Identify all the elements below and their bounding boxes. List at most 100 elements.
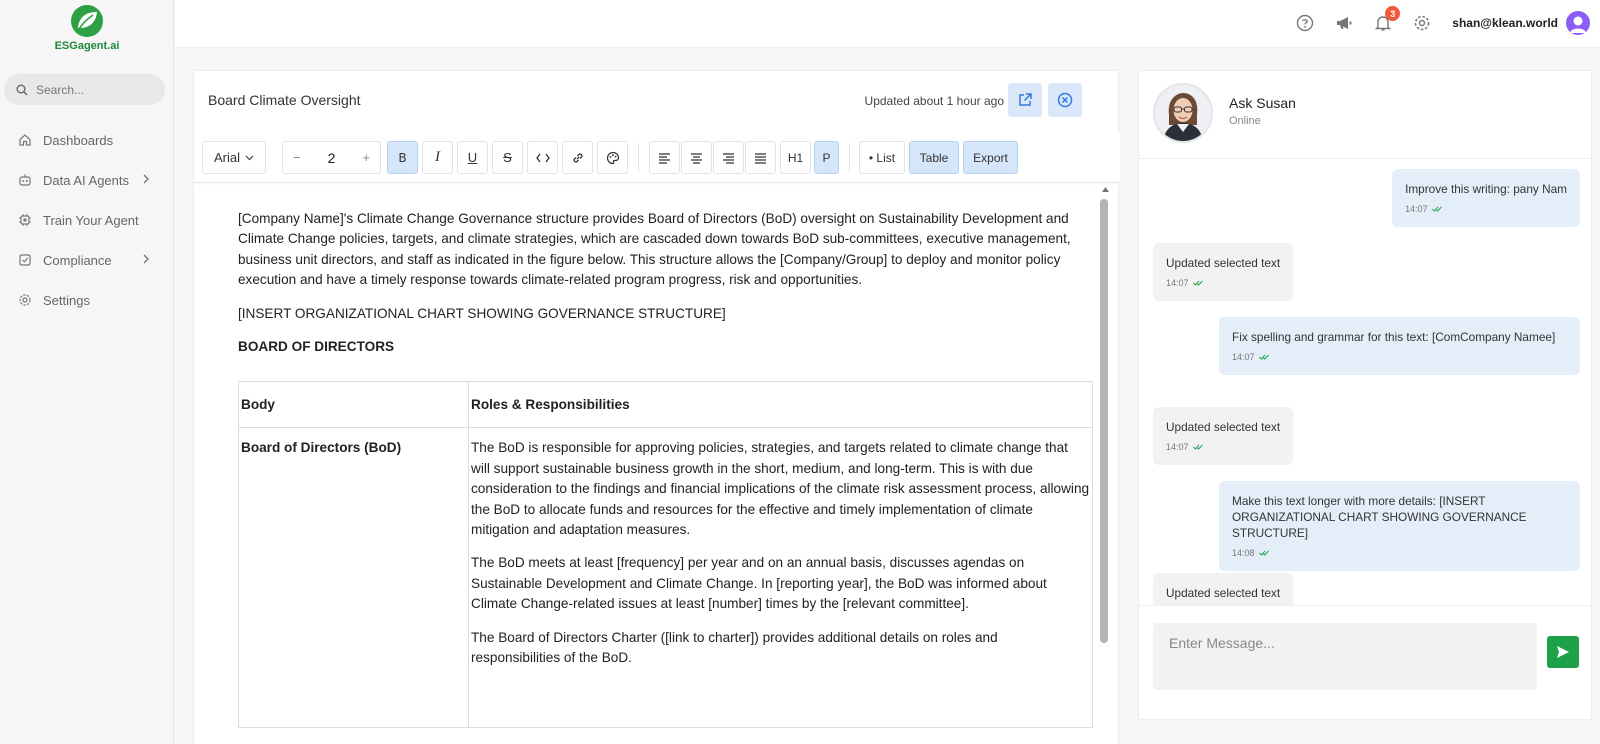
export-button[interactable]: Export	[963, 141, 1018, 174]
strikethrough-button[interactable]: S	[492, 141, 523, 174]
sidebar: ESGagent.ai Dashboards Data AI Agents	[0, 0, 174, 744]
code-button[interactable]	[527, 141, 558, 174]
close-document-button[interactable]	[1048, 83, 1082, 117]
align-center-button[interactable]	[681, 141, 712, 174]
message-time: 14:07	[1166, 275, 1280, 291]
settings-gear-icon[interactable]	[1412, 13, 1432, 33]
chip-icon	[18, 213, 32, 227]
search-icon	[16, 84, 28, 95]
megaphone-icon[interactable]	[1334, 13, 1354, 33]
table-cell-body[interactable]: Board of Directors (BoD)	[238, 427, 469, 729]
editor-content[interactable]: [Company Name]'s Climate Change Governan…	[194, 183, 1120, 744]
chat-composer	[1139, 605, 1593, 721]
increase-size-button[interactable]: +	[362, 150, 370, 165]
sidebar-item-compliance[interactable]: Compliance	[0, 240, 174, 280]
toolbar-divider	[638, 143, 639, 172]
align-left-icon	[659, 152, 670, 164]
gear-icon	[18, 293, 32, 307]
sidebar-item-label: Train Your Agent	[43, 212, 139, 228]
search-input[interactable]	[36, 82, 146, 97]
table-header-row: Body Roles & Responsibilities	[238, 381, 1093, 429]
align-justify-icon	[755, 152, 766, 164]
message-time: 14:07	[1405, 201, 1567, 217]
sidebar-nav: Dashboards Data AI Agents Train Your Age…	[0, 120, 174, 320]
top-bar-actions: 3 shan@klean.world	[1276, 6, 1590, 38]
decrease-size-button[interactable]: −	[293, 150, 301, 165]
insert-table-button[interactable]: Table	[909, 141, 959, 174]
help-icon[interactable]	[1295, 13, 1315, 33]
home-icon	[18, 133, 32, 147]
chevron-right-icon	[143, 174, 149, 184]
send-icon	[1557, 646, 1569, 658]
code-icon	[535, 153, 550, 162]
message-input[interactable]	[1153, 623, 1537, 690]
sidebar-item-settings[interactable]: Settings	[0, 280, 174, 320]
table-header-cell[interactable]: Roles & Responsibilities	[468, 381, 1093, 429]
paragraph[interactable]: The BoD meets at least [frequency] per y…	[471, 553, 1090, 614]
user-email[interactable]: shan@klean.world	[1452, 16, 1558, 30]
governance-table[interactable]: Body Roles & Responsibilities Board of D…	[238, 381, 1093, 729]
paragraph[interactable]: The BoD is responsible for approving pol…	[471, 438, 1090, 540]
align-left-button[interactable]	[649, 141, 680, 174]
logo-text: ESGagent.ai	[54, 40, 120, 52]
section-heading[interactable]: BOARD OF DIRECTORS	[238, 337, 1093, 357]
paragraph[interactable]: [INSERT ORGANIZATIONAL CHART SHOWING GOV…	[238, 304, 1093, 324]
italic-button[interactable]: I	[422, 141, 453, 174]
link-button[interactable]	[562, 141, 593, 174]
message-time: 14:08	[1232, 545, 1567, 561]
palette-icon	[606, 151, 619, 164]
double-check-icon	[1258, 550, 1269, 556]
app-logo[interactable]: ESGagent.ai	[50, 4, 124, 56]
notification-bell-icon[interactable]: 3	[1373, 6, 1401, 33]
bold-button[interactable]: B	[387, 141, 418, 174]
bullet-list-button[interactable]: • List	[859, 141, 905, 174]
font-size-value[interactable]: 2	[328, 150, 336, 166]
align-right-button[interactable]	[713, 141, 744, 174]
agent-status: Online	[1229, 115, 1261, 127]
table-cell-roles[interactable]: The BoD is responsible for approving pol…	[468, 427, 1093, 729]
chat-header: Ask Susan Online	[1139, 71, 1591, 159]
double-check-icon	[1192, 280, 1203, 286]
agent-message: Updated selected text 14:07	[1153, 407, 1294, 465]
sidebar-item-dashboards[interactable]: Dashboards	[0, 120, 174, 160]
last-updated: Updated about 1 hour ago	[864, 94, 1004, 108]
font-size-stepper[interactable]: − 2 +	[282, 141, 381, 174]
underline-button[interactable]: U	[457, 141, 488, 174]
document-editor: Board Climate Oversight Updated about 1 …	[193, 70, 1120, 744]
user-avatar[interactable]	[1566, 11, 1590, 35]
font-family-select[interactable]: Arial	[202, 141, 266, 174]
formatting-toolbar: Arial − 2 + B I U S H1 P • List Table Ex…	[194, 133, 1120, 183]
agent-message: Updated selected text 14:07	[1153, 243, 1294, 301]
sidebar-item-label: Settings	[43, 292, 90, 308]
user-message: Make this text longer with more details:…	[1219, 481, 1580, 571]
editor-header: Board Climate Oversight Updated about 1 …	[194, 71, 1118, 133]
table-header-cell[interactable]: Body	[238, 381, 469, 429]
robot-icon	[18, 173, 32, 187]
send-button[interactable]	[1547, 636, 1579, 668]
leaf-logo-icon	[71, 5, 103, 37]
paragraph-button[interactable]: P	[814, 141, 839, 174]
paragraph[interactable]: [Company Name]'s Climate Change Governan…	[238, 209, 1093, 291]
scrollbar-thumb[interactable]	[1100, 199, 1108, 643]
open-external-button[interactable]	[1008, 83, 1042, 117]
color-button[interactable]	[597, 141, 628, 174]
checkbox-icon	[18, 253, 32, 267]
double-check-icon	[1192, 444, 1203, 450]
align-justify-button[interactable]	[745, 141, 776, 174]
scroll-up-arrow-icon[interactable]	[1101, 185, 1110, 194]
paragraph[interactable]: The Board of Directors Charter ([link to…	[471, 628, 1090, 669]
heading1-button[interactable]: H1	[780, 141, 811, 174]
document-body[interactable]: [Company Name]'s Climate Change Governan…	[238, 209, 1093, 729]
user-message: Fix spelling and grammar for this text: …	[1219, 317, 1580, 375]
agent-name: Ask Susan	[1229, 95, 1296, 111]
sidebar-item-label: Compliance	[43, 252, 112, 268]
sidebar-item-label: Data AI Agents	[43, 172, 130, 188]
document-title: Board Climate Oversight	[208, 92, 361, 108]
search-box[interactable]	[4, 74, 165, 105]
sidebar-item-data-ai-agents[interactable]: Data AI Agents	[0, 160, 174, 200]
top-bar: 3 shan@klean.world	[175, 0, 1600, 48]
message-time: 14:07	[1166, 439, 1280, 455]
toolbar-divider	[849, 143, 850, 172]
sidebar-item-train-your-agent[interactable]: Train Your Agent	[0, 200, 174, 240]
agent-avatar	[1153, 83, 1213, 143]
